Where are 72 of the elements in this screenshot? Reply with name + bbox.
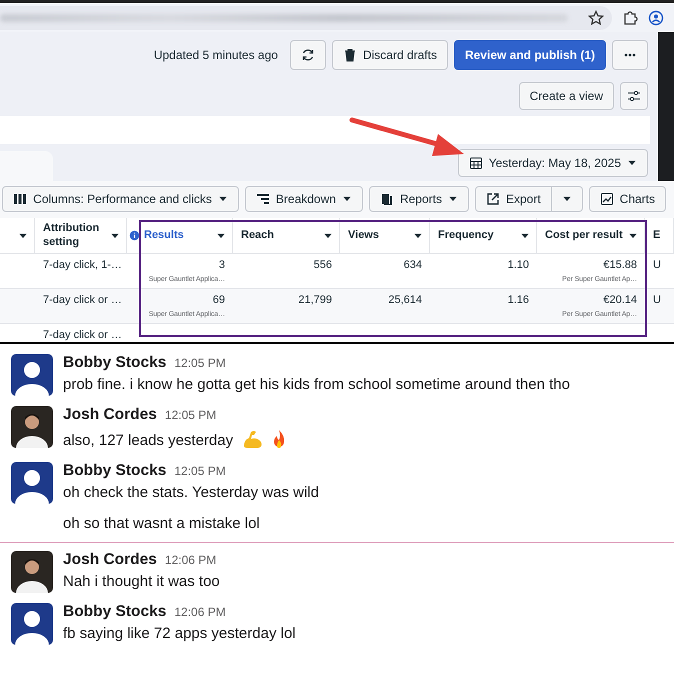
trash-icon — [342, 48, 357, 62]
table-cell: 634 — [404, 259, 422, 271]
message-text: oh check the stats. Yesterday was wild — [63, 484, 319, 501]
settings-button[interactable] — [620, 82, 648, 110]
column-header[interactable]: Views — [340, 218, 430, 253]
toolbar-button[interactable]: Reports — [368, 186, 469, 212]
avatar[interactable] — [11, 551, 53, 593]
message-time[interactable]: 12:05 PM — [164, 408, 216, 422]
table-cell: U — [653, 259, 661, 271]
refresh-button[interactable] — [290, 40, 326, 70]
table-cell: 7-day click or … — [43, 329, 122, 341]
columns-icon — [13, 192, 28, 206]
table-cell: 25,614 — [388, 294, 422, 306]
message-text: oh so that wasnt a mistake lol — [63, 515, 260, 532]
settings-icon — [627, 89, 641, 103]
calendar-icon — [468, 156, 483, 170]
column-header[interactable]: Reach — [233, 218, 340, 253]
avatar[interactable] — [11, 406, 53, 448]
column-header[interactable]: Frequency — [430, 218, 537, 253]
message-text: prob fine. i know he gotta get his kids from school sometime around then tho — [63, 376, 570, 393]
message-time[interactable]: 12:06 PM — [174, 605, 226, 619]
column-header[interactable]: Results — [127, 218, 233, 253]
update-status: Updated 5 minutes ago — [154, 48, 278, 62]
message-time[interactable]: 12:06 PM — [164, 553, 216, 567]
table-cell: €20.14 — [603, 294, 637, 306]
author-name[interactable]: Bobby Stocks — [63, 462, 166, 480]
date-range-button[interactable]: Yesterday: May 18, 2025 — [458, 149, 648, 177]
table-cell: 1.10 — [508, 259, 529, 271]
column-header[interactable]: E — [645, 218, 674, 253]
table-cell: 556 — [314, 259, 332, 271]
author-name[interactable]: Josh Cordes — [63, 406, 157, 424]
toolbar-button[interactable]: Breakdown — [244, 186, 363, 212]
table-cell: 3 — [218, 259, 225, 271]
message-text: also, 127 leads yesterday — [63, 432, 234, 448]
toolbar-button[interactable]: Charts — [588, 186, 666, 212]
avatar[interactable] — [11, 354, 53, 396]
table-cell: 69 — [212, 294, 225, 306]
caret-icon — [627, 158, 637, 168]
star-icon[interactable] — [588, 10, 604, 26]
author-name[interactable]: Josh Cordes — [63, 551, 157, 569]
refresh-icon — [300, 48, 315, 62]
export-icon — [486, 192, 500, 206]
table-cell: 21,799 — [298, 294, 332, 306]
puzzle-icon[interactable] — [622, 10, 638, 26]
caret-icon — [448, 194, 458, 204]
avatar[interactable] — [11, 462, 53, 504]
author-name[interactable]: Bobby Stocks — [63, 603, 166, 621]
table-cell: 1.16 — [508, 294, 529, 306]
table-cell: 7-day click, 1-… — [43, 259, 122, 271]
message-text: Nah i thought it was too — [63, 573, 220, 590]
caret-icon — [562, 194, 572, 204]
caret-icon — [218, 194, 228, 204]
breakdown-icon — [256, 192, 270, 206]
author-name[interactable]: Bobby Stocks — [63, 354, 166, 372]
reports-icon — [380, 192, 394, 206]
chart-icon — [600, 192, 614, 206]
table-cell: €15.88 — [603, 259, 637, 271]
column-header[interactable]: Attribution setting — [35, 218, 127, 253]
publish-button[interactable]: Review and publish (1) — [454, 40, 606, 70]
avatar[interactable] — [11, 603, 53, 645]
toolbar-button[interactable]: Columns: Performance and clicks — [2, 186, 239, 212]
create-view-button[interactable]: Create a view — [518, 82, 614, 110]
caret-icon — [342, 194, 352, 204]
message-time[interactable]: 12:05 PM — [174, 356, 226, 370]
message-time[interactable]: 12:05 PM — [174, 464, 226, 478]
message-text: fb saying like 72 apps yesterday lol — [63, 625, 296, 642]
toolbar-button[interactable]: Export — [474, 186, 552, 212]
table-cell: 7-day click or … — [43, 294, 122, 306]
column-header[interactable]: Cost per result — [537, 218, 645, 253]
discard-drafts-button[interactable]: Discard drafts — [332, 40, 448, 70]
profile-icon[interactable] — [648, 10, 664, 26]
table-cell: U — [653, 294, 661, 306]
